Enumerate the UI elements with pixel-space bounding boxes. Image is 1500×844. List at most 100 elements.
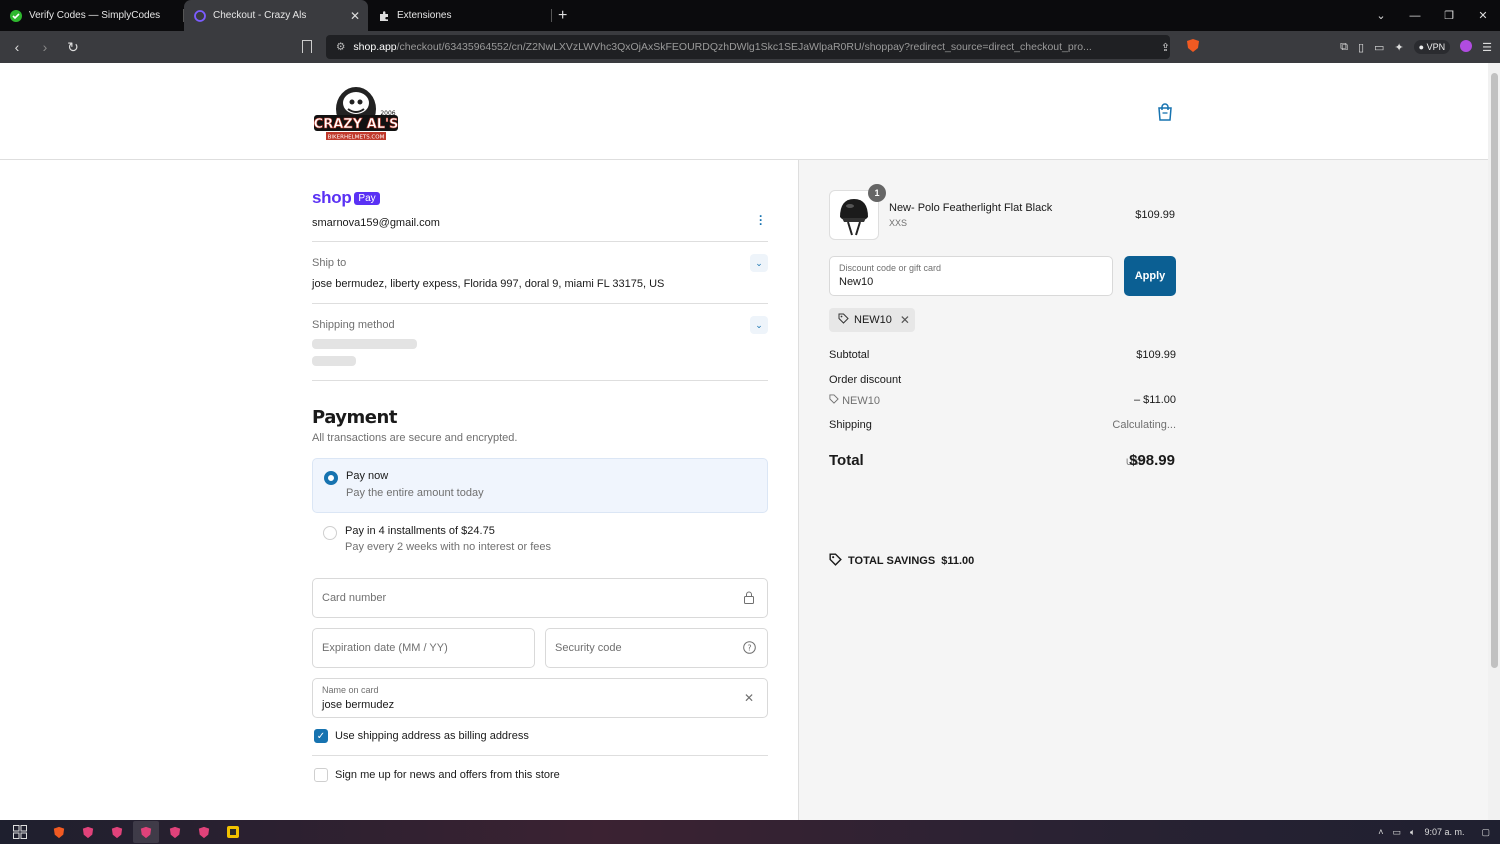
leo-ai-icon[interactable]: ✦ [1394, 41, 1403, 54]
brave-shield-icon[interactable] [1186, 38, 1200, 56]
total-label: Total [829, 452, 864, 469]
remove-discount-icon[interactable]: ✕ [900, 313, 910, 327]
security-code-placeholder: Security code [555, 642, 622, 654]
vpn-button[interactable]: ● VPN [1413, 40, 1451, 54]
discount-amount: – $11.00 [1133, 394, 1176, 406]
start-icon[interactable] [0, 820, 40, 844]
shopping-bag-icon[interactable] [1157, 103, 1173, 121]
discount-code-field[interactable]: Discount code or gift card New10 [829, 256, 1113, 296]
browser-nav-bar: ‹ › ↻ ⚙ shop.app/checkout/63435964552/cn… [0, 31, 1500, 63]
order-discount-row: Order discount [829, 374, 1176, 386]
shipping-label: Shipping [829, 419, 872, 431]
divider [312, 303, 768, 304]
card-number-placeholder: Card number [322, 592, 387, 604]
window-controls: ⌄ — ❐ ✕ [1364, 0, 1500, 31]
page-scrollbar[interactable] [1488, 63, 1500, 820]
wallet-icon[interactable]: ▭ [1374, 41, 1384, 54]
store-logo[interactable]: CRAZY AL'S BIKERHELMETS.COM 2006 [312, 79, 400, 143]
product-price: $109.99 [1135, 209, 1175, 221]
tag-icon [829, 553, 842, 569]
sidebar-icon[interactable]: ▯ [1358, 41, 1364, 54]
help-icon[interactable]: ? [742, 641, 756, 655]
product-name: New- Polo Featherlight Flat Black [889, 202, 1053, 214]
discount-code-label: Discount code or gift card [839, 263, 942, 273]
name-on-card-field[interactable]: Name on card jose bermudez ✕ [312, 678, 768, 718]
simplycodes-icon [10, 9, 22, 22]
discount-code-value: New10 [839, 276, 874, 288]
forward-icon[interactable]: › [34, 39, 56, 55]
expiration-placeholder: Expiration date (MM / YY) [322, 642, 448, 654]
brave-browser-icon[interactable] [46, 821, 72, 843]
address-bar[interactable]: ⚙ shop.app/checkout/63435964552/cn/Z2NwL… [326, 35, 1170, 59]
brave-browser-icon[interactable] [162, 821, 188, 843]
notifications-icon[interactable]: ▢ [1481, 827, 1490, 838]
back-icon[interactable]: ‹ [6, 39, 28, 55]
close-window-icon[interactable]: ✕ [1466, 9, 1500, 22]
divider [312, 380, 768, 381]
restore-icon[interactable]: ❐ [1432, 9, 1466, 22]
option-description: Pay the entire amount today [346, 487, 484, 499]
expiration-date-field[interactable]: Expiration date (MM / YY) [312, 628, 535, 668]
card-number-field[interactable]: Card number [312, 578, 768, 618]
tab-list-icon[interactable]: ⌄ [1364, 9, 1398, 22]
profile-icon[interactable] [1460, 39, 1473, 55]
billing-address-label[interactable]: Use shipping address as billing address [335, 730, 529, 742]
brave-browser-icon[interactable] [75, 821, 101, 843]
close-icon[interactable]: ✕ [350, 9, 360, 23]
payment-title: Payment [312, 407, 397, 428]
installments-option[interactable]: Pay in 4 installments of $24.75 Pay ever… [312, 513, 768, 565]
loading-skeleton [312, 356, 356, 366]
pay-now-radio[interactable] [324, 471, 338, 485]
newsletter-label[interactable]: Sign me up for news and offers from this… [335, 769, 560, 781]
site-settings-icon[interactable]: ⚙ [336, 41, 345, 53]
extensions-icon[interactable]: ⧉ [1340, 41, 1348, 54]
more-options-icon[interactable]: · · · [758, 210, 764, 230]
name-on-card-value: jose bermudez [322, 699, 395, 711]
shipping-method-chevron-down-icon[interactable]: ⌄ [750, 316, 768, 334]
browser-toolbar-right: ⇪ ⧉ ▯ ▭ ✦ ● VPN ☰ [1161, 31, 1492, 63]
applied-code: NEW10 [854, 314, 892, 326]
menu-icon[interactable]: ☰ [1482, 41, 1492, 54]
tab-title: Checkout - Crazy Als [213, 10, 307, 21]
brave-browser-icon[interactable] [191, 821, 217, 843]
share-icon[interactable]: ⇪ [1161, 41, 1170, 54]
savings-label: TOTAL SAVINGS [848, 555, 936, 567]
network-icon[interactable]: ▭ [1393, 827, 1402, 838]
bookmark-icon[interactable] [302, 40, 312, 53]
account-email: smarnova159@gmail.com [312, 217, 440, 229]
system-tray: ˄ ▭ 🔈︎ 9:07 a. m. ▢ [1378, 820, 1490, 844]
svg-text:BIKERHELMETS.COM: BIKERHELMETS.COM [328, 135, 385, 141]
installments-radio[interactable] [323, 526, 337, 540]
volume-icon[interactable]: 🔈︎ [1410, 827, 1415, 838]
reload-icon[interactable]: ↻ [62, 39, 84, 56]
shop-pay-icon [194, 9, 206, 22]
clear-icon[interactable]: ✕ [742, 691, 756, 705]
apply-button[interactable]: Apply [1124, 256, 1176, 296]
minimize-icon[interactable]: — [1398, 10, 1432, 22]
chevron-up-icon[interactable]: ˄ [1378, 827, 1383, 837]
quantity-badge: 1 [868, 184, 886, 202]
ship-to-value: jose bermudez, liberty expess, Florida 9… [312, 278, 665, 290]
tab-extensions[interactable]: Extensiones [368, 0, 552, 31]
security-code-field[interactable]: Security code ? [545, 628, 768, 668]
applied-discount-chip: NEW10 ✕ [829, 308, 915, 332]
option-description: Pay every 2 weeks with no interest or fe… [345, 541, 552, 553]
ship-to-chevron-down-icon[interactable]: ⌄ [750, 254, 768, 272]
shop-pay-logo: shop Pay [312, 188, 380, 208]
scrollbar-thumb[interactable] [1491, 73, 1498, 668]
pay-badge: Pay [354, 191, 380, 205]
browser-tab-bar: Verify Codes — SimplyCodes Checkout - Cr… [0, 0, 1500, 31]
pay-now-option[interactable]: Pay now Pay the entire amount today [312, 458, 768, 513]
shipping-method-label: Shipping method [312, 319, 395, 331]
billing-address-checkbox[interactable]: ✓ [314, 729, 328, 743]
tab-simplycodes[interactable]: Verify Codes — SimplyCodes [0, 0, 184, 31]
app-icon[interactable] [220, 821, 246, 843]
newsletter-checkbox[interactable] [314, 768, 328, 782]
total-savings: TOTAL SAVINGS $11.00 [829, 553, 974, 569]
clock[interactable]: 9:07 a. m. [1424, 827, 1464, 837]
brave-browser-icon[interactable] [133, 821, 159, 843]
tab-checkout[interactable]: Checkout - Crazy Als ✕ [184, 0, 368, 31]
brave-browser-icon[interactable] [104, 821, 130, 843]
new-tab-button[interactable]: + [558, 7, 567, 25]
puzzle-icon [378, 10, 390, 22]
